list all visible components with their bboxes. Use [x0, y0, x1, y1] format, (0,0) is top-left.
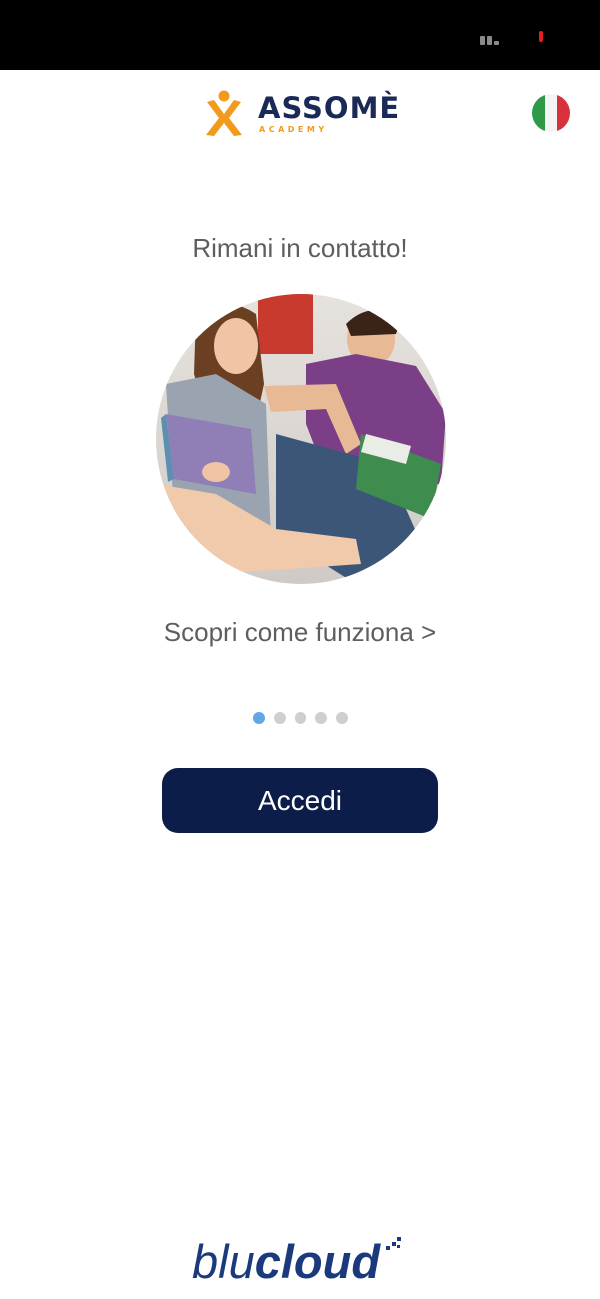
- page-dot-4[interactable]: [315, 712, 328, 724]
- page-dot-2[interactable]: [273, 712, 286, 724]
- page-dot-5[interactable]: [336, 712, 348, 724]
- signal-icon: [480, 36, 502, 45]
- logo-tagline: ACADEMY: [259, 125, 328, 134]
- cloud-dots-icon: [386, 1237, 401, 1250]
- discover-how-it-works-link[interactable]: Scopri come funziona >: [0, 614, 600, 650]
- slide-title: Rimani in contatto!: [192, 233, 408, 263]
- blucloud-wordmark: blucloud: [192, 1234, 380, 1290]
- italian-flag-icon[interactable]: [532, 94, 570, 132]
- login-button[interactable]: Accedi: [162, 768, 438, 833]
- status-bar: [0, 0, 600, 70]
- logo-name: ASSOMÈ: [258, 91, 401, 125]
- brand-bold-text: cloud: [254, 1235, 381, 1288]
- recording-indicator-icon: [539, 31, 543, 42]
- blucloud-logo: blucloud: [192, 1234, 412, 1290]
- carousel-page-indicator: [253, 712, 348, 724]
- brand-light-text: blu: [192, 1235, 255, 1288]
- students-photo: [156, 294, 446, 584]
- assome-person-icon: [206, 90, 242, 136]
- assome-academy-logo: ASSOMÈ ACADEMY: [204, 90, 400, 140]
- page-dot-1[interactable]: [253, 712, 265, 724]
- page-dot-3[interactable]: [294, 712, 307, 724]
